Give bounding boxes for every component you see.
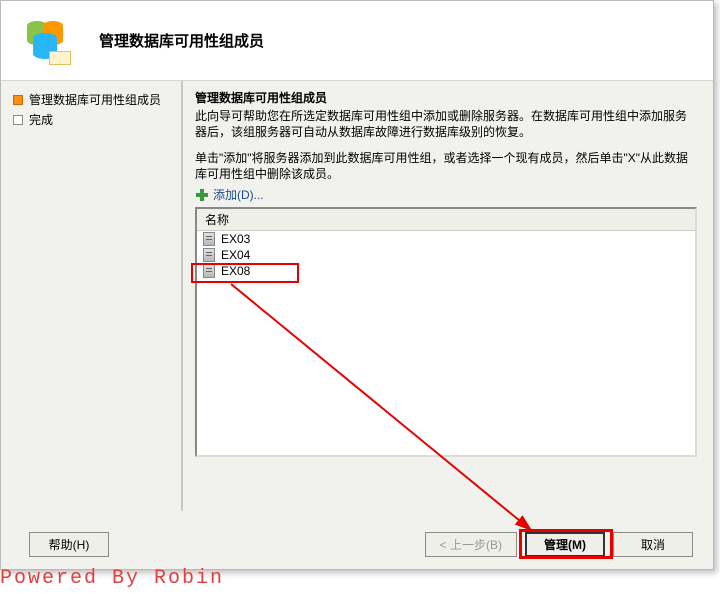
step-label: 管理数据库可用性组成员 [29, 93, 161, 107]
cancel-button[interactable]: 取消 [613, 532, 693, 557]
servers-listbox[interactable]: 名称 EX03 EX04 EX08 [195, 207, 697, 457]
content-title: 管理数据库可用性组成员 [195, 89, 697, 106]
back-button: < 上一步(B) [425, 532, 517, 557]
server-name: EX03 [221, 232, 250, 246]
plus-icon [195, 188, 209, 202]
step-label: 完成 [29, 113, 53, 127]
server-icon [203, 248, 215, 262]
dialog-footer: 帮助(H) < 上一步(B) 管理(M) 取消 [1, 532, 713, 557]
add-label: 添加(D)... [213, 186, 264, 203]
step-indicator-active-icon [13, 95, 23, 105]
list-item[interactable]: EX03 [197, 231, 695, 247]
column-header-name[interactable]: 名称 [197, 209, 695, 231]
manage-button[interactable]: 管理(M) [525, 532, 605, 557]
step-indicator-icon [13, 115, 23, 125]
watermark-text: Powered By Robin [0, 567, 224, 590]
list-item[interactable]: EX08 [197, 263, 695, 279]
step-manage-members[interactable]: 管理数据库可用性组成员 [9, 91, 173, 109]
list-item[interactable]: EX04 [197, 247, 695, 263]
help-button[interactable]: 帮助(H) [29, 532, 109, 557]
dialog-body: 管理数据库可用性组成员 完成 管理数据库可用性组成员 此向导可帮助您在所选定数据… [1, 81, 713, 511]
server-name: EX08 [221, 264, 250, 278]
wizard-dialog: 管理数据库可用性组成员 管理数据库可用性组成员 完成 管理数据库可用性组成员 此… [0, 0, 714, 570]
step-finish[interactable]: 完成 [9, 111, 173, 129]
database-group-icon [21, 17, 69, 65]
content-description: 此向导可帮助您在所选定数据库可用性组中添加或删除服务器。在数据库可用性组中添加服… [195, 108, 697, 140]
server-icon [203, 232, 215, 246]
server-icon [203, 264, 215, 278]
add-server-link[interactable]: 添加(D)... [195, 186, 697, 203]
wizard-steps-sidebar: 管理数据库可用性组成员 完成 [1, 81, 181, 511]
server-name: EX04 [221, 248, 250, 262]
dialog-header: 管理数据库可用性组成员 [1, 1, 713, 81]
content-pane: 管理数据库可用性组成员 此向导可帮助您在所选定数据库可用性组中添加或删除服务器。… [181, 81, 713, 511]
content-hint: 单击"添加"将服务器添加到此数据库可用性组，或者选择一个现有成员，然后单击"X"… [195, 150, 697, 182]
dialog-title: 管理数据库可用性组成员 [99, 30, 264, 51]
